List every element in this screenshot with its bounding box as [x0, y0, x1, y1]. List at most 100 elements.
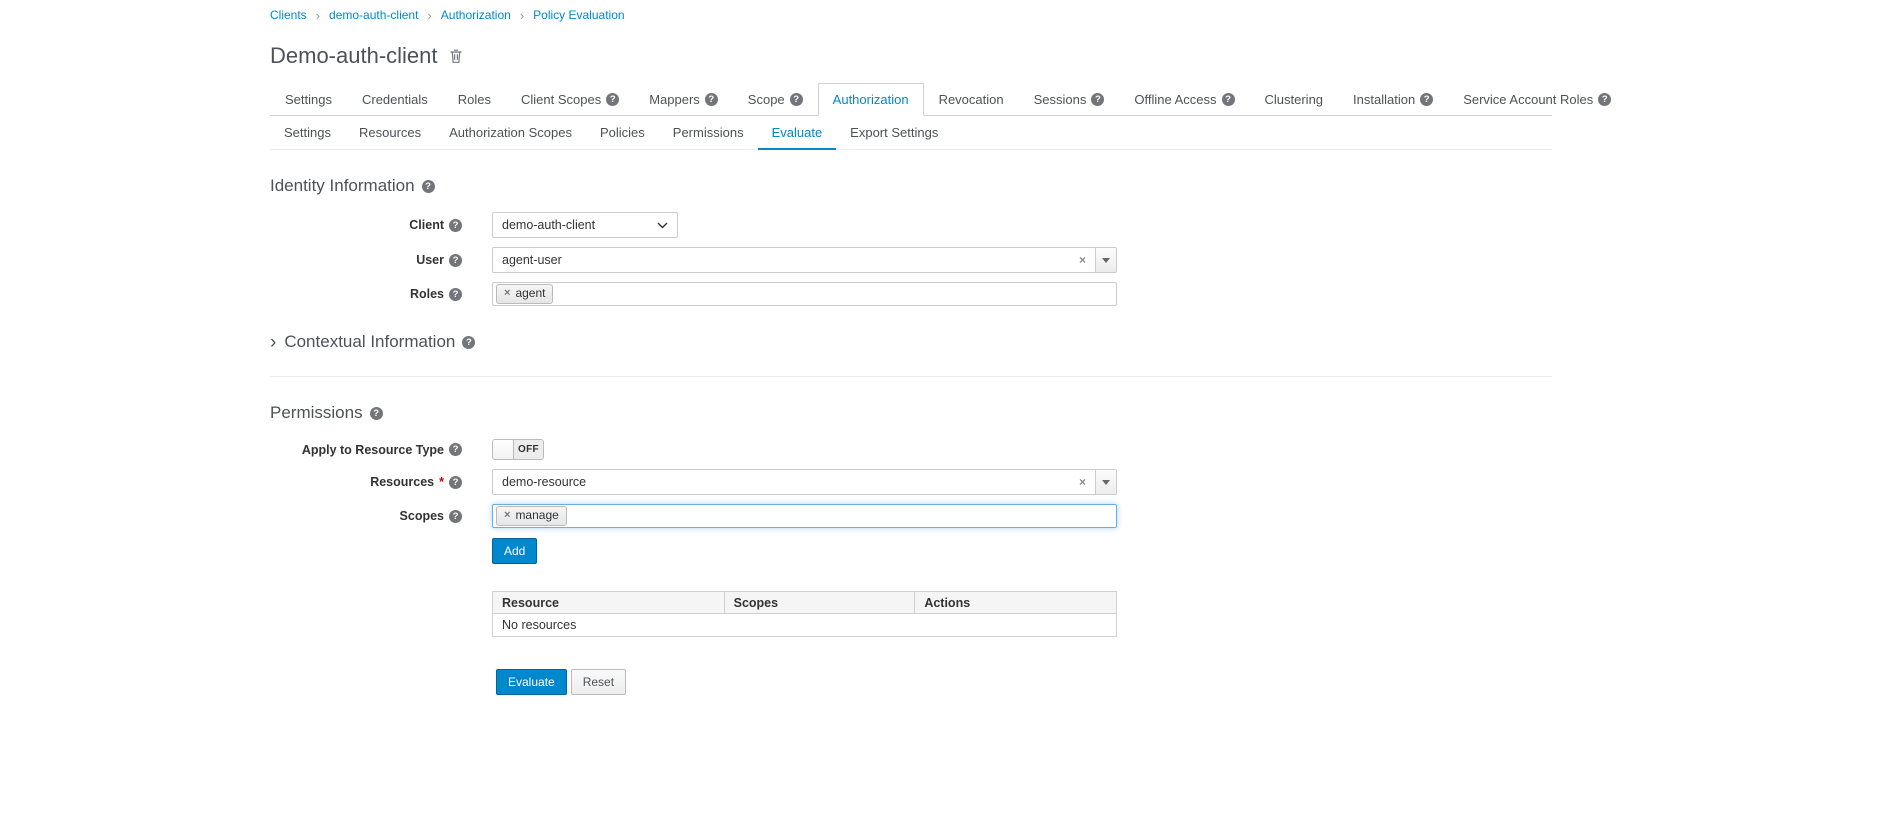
scopes-input[interactable]: × manage — [492, 504, 1117, 528]
subtab-permissions[interactable]: Permissions — [659, 116, 758, 150]
tab-roles[interactable]: Roles — [443, 83, 506, 116]
tab-mappers[interactable]: Mappers? — [634, 83, 733, 116]
caret-down-icon — [1102, 480, 1110, 485]
section-title-text: Contextual Information — [284, 332, 455, 352]
client-select[interactable]: demo-auth-client — [492, 212, 678, 238]
identity-information-section: Identity Information ? Client ? demo-aut… — [270, 176, 1552, 306]
subtab-settings[interactable]: Settings — [270, 116, 345, 150]
help-icon: ? — [422, 180, 435, 193]
user-form-group: User ? agent-user × — [270, 247, 1552, 273]
caret-down-icon — [1102, 258, 1110, 263]
tab-label: Clustering — [1265, 92, 1324, 107]
user-label: User — [416, 253, 444, 267]
resource-column-header: Resource — [493, 592, 725, 614]
tab-revocation[interactable]: Revocation — [924, 83, 1019, 116]
client-select-value: demo-auth-client — [502, 218, 595, 232]
help-icon: ? — [449, 219, 462, 232]
roles-label: Roles — [410, 287, 444, 301]
policy-evaluation-page: Clients › demo-auth-client › Authorizati… — [270, 0, 1552, 695]
empty-table-message: No resources — [493, 614, 1117, 637]
roles-input[interactable]: × agent — [492, 282, 1117, 306]
section-title-text: Permissions — [270, 403, 363, 423]
help-icon: ? — [606, 93, 619, 106]
clear-selection-icon[interactable]: × — [1079, 476, 1086, 488]
tab-label: Settings — [285, 92, 332, 107]
form-actions: Evaluate Reset — [270, 669, 1552, 695]
remove-tag-icon[interactable]: × — [504, 288, 510, 299]
authorization-sub-tabs: Settings Resources Authorization Scopes … — [270, 116, 1552, 150]
resources-select-value: demo-resource — [502, 475, 586, 489]
breadcrumb-authorization[interactable]: Authorization — [441, 8, 511, 22]
evaluate-button[interactable]: Evaluate — [496, 669, 567, 695]
breadcrumb-separator-icon: › — [520, 9, 524, 22]
help-icon: ? — [1222, 93, 1235, 106]
main-tabs: Settings Credentials Roles Client Scopes… — [270, 83, 1552, 116]
apply-to-resource-type-label: Apply to Resource Type — [302, 443, 444, 457]
help-icon: ? — [449, 288, 462, 301]
tab-credentials[interactable]: Credentials — [347, 83, 443, 116]
delete-client-icon[interactable] — [448, 48, 464, 64]
actions-column-header: Actions — [915, 592, 1117, 614]
permissions-section: Permissions ? Apply to Resource Type ? O… — [270, 376, 1552, 695]
add-button[interactable]: Add — [492, 538, 537, 564]
selected-resources-table: Resource Scopes Actions No resources — [492, 591, 1117, 637]
help-icon: ? — [1091, 93, 1104, 106]
subtab-resources[interactable]: Resources — [345, 116, 435, 150]
tab-label: Service Account Roles — [1463, 92, 1593, 107]
tab-service-account-roles[interactable]: Service Account Roles? — [1448, 83, 1626, 116]
tag-label: manage — [515, 508, 558, 524]
user-select-value: agent-user — [502, 253, 562, 267]
toggle-handle — [493, 440, 514, 459]
help-icon: ? — [449, 510, 462, 523]
scope-tag: × manage — [496, 506, 567, 527]
subtab-policies[interactable]: Policies — [586, 116, 659, 150]
help-icon: ? — [449, 254, 462, 267]
tab-clustering[interactable]: Clustering — [1250, 83, 1339, 116]
tab-settings[interactable]: Settings — [270, 83, 347, 116]
help-icon: ? — [1420, 93, 1433, 106]
tab-label: Authorization — [833, 92, 909, 107]
help-icon: ? — [449, 443, 462, 456]
subtab-evaluate[interactable]: Evaluate — [758, 116, 837, 150]
apply-to-resource-type-toggle[interactable]: OFF — [492, 439, 544, 460]
subtab-authorization-scopes[interactable]: Authorization Scopes — [435, 116, 586, 150]
tab-authorization[interactable]: Authorization — [818, 83, 924, 116]
remove-tag-icon[interactable]: × — [504, 510, 510, 521]
scopes-column-header: Scopes — [724, 592, 915, 614]
tab-label: Scope — [748, 92, 785, 107]
resources-select[interactable]: demo-resource × — [492, 469, 1117, 495]
breadcrumb-clients[interactable]: Clients — [270, 8, 307, 22]
tab-scope[interactable]: Scope? — [733, 83, 818, 116]
help-icon: ? — [705, 93, 718, 106]
tab-offline-access[interactable]: Offline Access? — [1119, 83, 1249, 116]
resources-label: Resources — [370, 475, 434, 489]
empty-table-row: No resources — [493, 614, 1117, 637]
help-icon: ? — [462, 336, 475, 349]
tab-installation[interactable]: Installation? — [1338, 83, 1448, 116]
tab-client-scopes[interactable]: Client Scopes? — [506, 83, 634, 116]
tag-label: agent — [515, 286, 545, 302]
reset-button[interactable]: Reset — [571, 669, 626, 695]
required-indicator: * — [439, 475, 444, 489]
tab-label: Installation — [1353, 92, 1415, 107]
tab-sessions[interactable]: Sessions? — [1019, 83, 1120, 116]
resources-select-dropdown-button[interactable] — [1095, 469, 1117, 495]
contextual-information-section-header[interactable]: › Contextual Information ? — [270, 332, 1552, 352]
resources-form-group: Resources * ? demo-resource × — [270, 469, 1552, 495]
tab-label: Mappers — [649, 92, 700, 107]
tab-label: Client Scopes — [521, 92, 601, 107]
subtab-export-settings[interactable]: Export Settings — [836, 116, 952, 150]
scopes-label: Scopes — [400, 509, 444, 523]
breadcrumb-policy-evaluation[interactable]: Policy Evaluation — [533, 8, 624, 22]
role-tag: × agent — [496, 284, 553, 305]
user-select-dropdown-button[interactable] — [1095, 247, 1117, 273]
page-title: Demo-auth-client — [270, 43, 438, 69]
help-icon: ? — [370, 407, 383, 420]
add-row: Add — [270, 538, 1552, 564]
scopes-form-group: Scopes ? × manage — [270, 504, 1552, 528]
chevron-down-icon — [657, 222, 668, 229]
user-select[interactable]: agent-user × — [492, 247, 1117, 273]
help-icon: ? — [790, 93, 803, 106]
clear-selection-icon[interactable]: × — [1079, 254, 1086, 266]
breadcrumb-client[interactable]: demo-auth-client — [329, 8, 418, 22]
